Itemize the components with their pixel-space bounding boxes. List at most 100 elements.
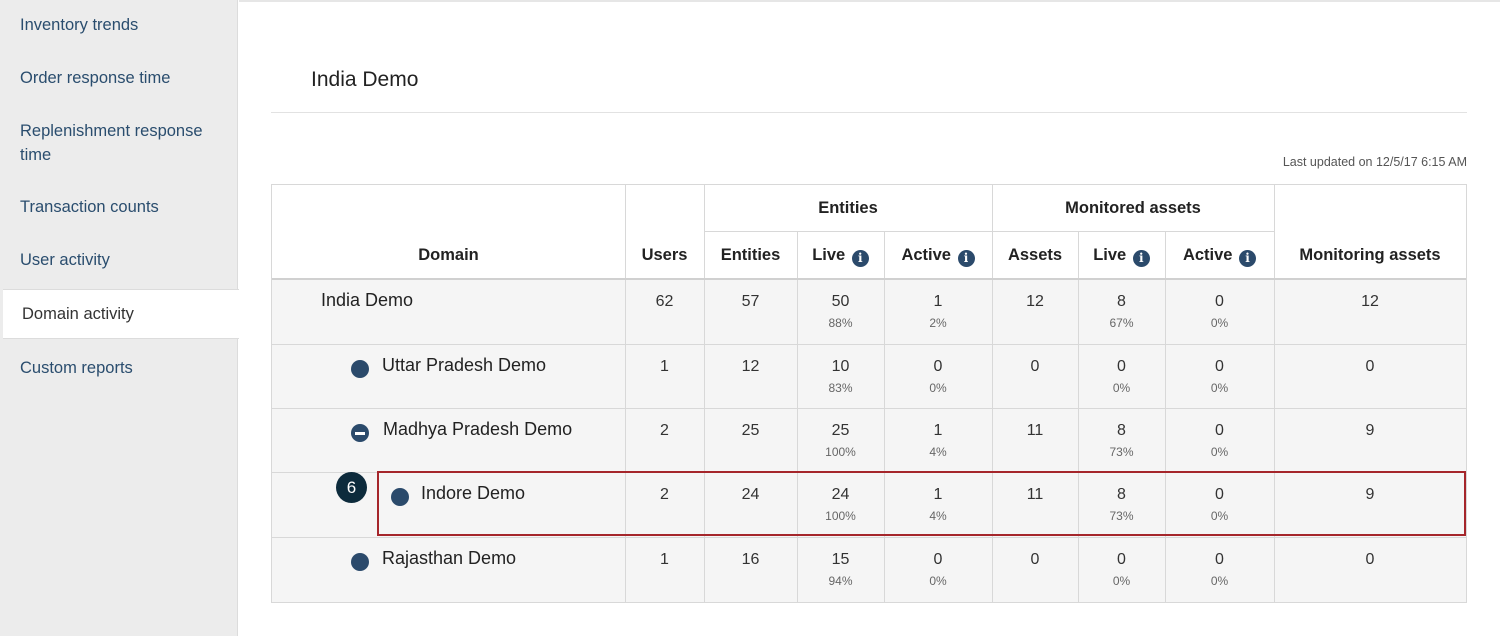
assets-active-value: 0 bbox=[1215, 293, 1224, 310]
entities-live-value: 10 bbox=[831, 358, 850, 375]
domain-name[interactable]: Madhya Pradesh Demo bbox=[383, 419, 572, 440]
domain-name[interactable]: India Demo bbox=[321, 290, 413, 311]
sidebar-item-domain-activity[interactable]: Domain activity bbox=[3, 289, 239, 339]
header-assets-live-label: Live bbox=[1093, 246, 1127, 264]
assets-cell: 0 bbox=[1030, 551, 1040, 568]
entities-live-pct: 83% bbox=[828, 381, 853, 395]
assets-active-cell: 0 0% bbox=[1165, 293, 1274, 330]
users-cell: 2 bbox=[660, 422, 669, 439]
sidebar-item-order-response-time[interactable]: Order response time bbox=[0, 66, 238, 90]
entities-live-cell: 50 88% bbox=[797, 293, 884, 330]
sidebar-item-custom-reports[interactable]: Custom reports bbox=[0, 356, 238, 380]
entities-live-value: 15 bbox=[831, 551, 850, 568]
assets-live-cell: 0 0% bbox=[1078, 551, 1165, 588]
domain-activity-table: Domain Users Entities Monitored assets E… bbox=[271, 184, 1467, 603]
entities-live-value: 25 bbox=[831, 422, 850, 439]
bullet-icon[interactable] bbox=[351, 553, 369, 571]
assets-live-value: 0 bbox=[1117, 551, 1126, 568]
header-entities-active-label: Active bbox=[901, 246, 951, 264]
assets-active-value: 0 bbox=[1215, 358, 1224, 375]
main-content: India Demo Last updated on 12/5/17 6:15 … bbox=[239, 0, 1500, 636]
header-monitoring-assets: Monitoring assets bbox=[1299, 246, 1441, 264]
entities-live-pct: 100% bbox=[825, 445, 856, 459]
assets-live-pct: 73% bbox=[1109, 445, 1134, 459]
header-entities-live: Live i bbox=[797, 246, 884, 267]
assets-cell: 0 bbox=[1030, 358, 1040, 375]
header-domain: Domain bbox=[418, 246, 479, 264]
header-entities-group: Entities bbox=[818, 199, 878, 217]
entities-cell: 57 bbox=[741, 293, 760, 310]
group-header-divider bbox=[704, 231, 1274, 232]
monitoring-assets-cell: 12 bbox=[1361, 293, 1379, 310]
assets-live-pct: 67% bbox=[1109, 316, 1134, 330]
assets-live-cell: 8 73% bbox=[1078, 422, 1165, 459]
entities-active-value: 1 bbox=[933, 422, 943, 439]
monitoring-assets-cell: 0 bbox=[1365, 358, 1375, 375]
last-updated-text: Last updated on 12/5/17 6:15 AM bbox=[1282, 155, 1467, 169]
highlight-box bbox=[377, 471, 1466, 536]
assets-live-cell: 8 67% bbox=[1078, 293, 1165, 330]
assets-active-value: 0 bbox=[1215, 422, 1224, 439]
entities-active-cell: 1 4% bbox=[884, 422, 992, 459]
sidebar-item-inventory-trends[interactable]: Inventory trends bbox=[0, 13, 238, 37]
sidebar-item-user-activity[interactable]: User activity bbox=[0, 248, 238, 272]
sidebar-item-replenishment-response-time[interactable]: Replenishment response time bbox=[0, 119, 220, 167]
table-row[interactable]: Madhya Pradesh Demo 2 25 25 100% 1 4% 11 8… bbox=[272, 409, 1466, 473]
assets-active-pct: 0% bbox=[1210, 316, 1229, 330]
header-entities-live-label: Live bbox=[812, 246, 846, 264]
domain-name[interactable]: Uttar Pradesh Demo bbox=[382, 355, 546, 376]
header-entities-active: Active i bbox=[884, 246, 992, 267]
sidebar: Inventory trends Order response time Rep… bbox=[0, 0, 239, 636]
assets-cell: 12 bbox=[1026, 293, 1044, 310]
assets-active-pct: 0% bbox=[1210, 574, 1229, 588]
header-assets: Assets bbox=[1007, 246, 1063, 264]
entities-active-cell: 0 0% bbox=[884, 358, 992, 395]
sidebar-item-transaction-counts[interactable]: Transaction counts bbox=[0, 195, 238, 219]
header-entities: Entities bbox=[720, 246, 781, 264]
top-divider bbox=[239, 0, 1500, 2]
info-icon[interactable]: i bbox=[1239, 250, 1257, 267]
entities-cell: 12 bbox=[741, 358, 760, 375]
assets-active-pct: 0% bbox=[1210, 381, 1229, 395]
monitoring-assets-cell: 9 bbox=[1365, 422, 1375, 439]
title-divider bbox=[271, 112, 1467, 113]
users-cell: 1 bbox=[660, 358, 669, 375]
info-icon[interactable]: i bbox=[957, 250, 975, 267]
collapse-icon[interactable] bbox=[351, 424, 369, 442]
header-assets-live: Live i bbox=[1078, 246, 1165, 267]
entities-live-cell: 15 94% bbox=[797, 551, 884, 588]
users-cell: 62 bbox=[655, 293, 674, 310]
header-assets-active-label: Active bbox=[1182, 246, 1233, 264]
table-row[interactable]: Rajasthan Demo 1 16 15 94% 0 0% 0 0 0% 0 0% … bbox=[272, 538, 1466, 602]
domain-name[interactable]: Rajasthan Demo bbox=[382, 548, 516, 569]
assets-cell: 11 bbox=[1026, 422, 1044, 439]
table-row[interactable]: India Demo 62 57 50 88% 1 2% 12 8 67% 0 0% 1… bbox=[272, 280, 1466, 344]
assets-active-value: 0 bbox=[1215, 551, 1224, 568]
assets-live-pct: 0% bbox=[1112, 574, 1131, 588]
entities-active-value: 1 bbox=[933, 293, 943, 310]
header-users: Users bbox=[641, 246, 688, 264]
entities-live-cell: 25 100% bbox=[797, 422, 884, 459]
entities-active-value: 0 bbox=[933, 551, 943, 568]
entities-cell: 25 bbox=[741, 422, 760, 439]
entities-active-pct: 2% bbox=[929, 316, 947, 330]
header-assets-active: Active i bbox=[1165, 246, 1274, 267]
page-title: India Demo bbox=[311, 68, 419, 91]
assets-active-cell: 0 0% bbox=[1165, 358, 1274, 395]
bullet-icon[interactable] bbox=[351, 360, 369, 378]
entities-live-pct: 88% bbox=[828, 316, 853, 330]
entities-active-pct: 0% bbox=[929, 381, 947, 395]
info-icon[interactable]: i bbox=[851, 250, 869, 267]
assets-live-value: 0 bbox=[1117, 358, 1126, 375]
assets-active-pct: 0% bbox=[1210, 445, 1229, 459]
entities-live-pct: 94% bbox=[828, 574, 853, 588]
entities-active-pct: 0% bbox=[929, 574, 947, 588]
table-row[interactable]: Uttar Pradesh Demo 1 12 10 83% 0 0% 0 0 0% … bbox=[272, 345, 1466, 409]
entities-active-value: 0 bbox=[933, 358, 943, 375]
entities-active-cell: 0 0% bbox=[884, 551, 992, 588]
assets-active-cell: 0 0% bbox=[1165, 551, 1274, 588]
users-cell: 1 bbox=[660, 551, 669, 568]
info-icon[interactable]: i bbox=[1132, 250, 1150, 267]
entities-active-cell: 1 2% bbox=[884, 293, 992, 330]
assets-live-cell: 0 0% bbox=[1078, 358, 1165, 395]
